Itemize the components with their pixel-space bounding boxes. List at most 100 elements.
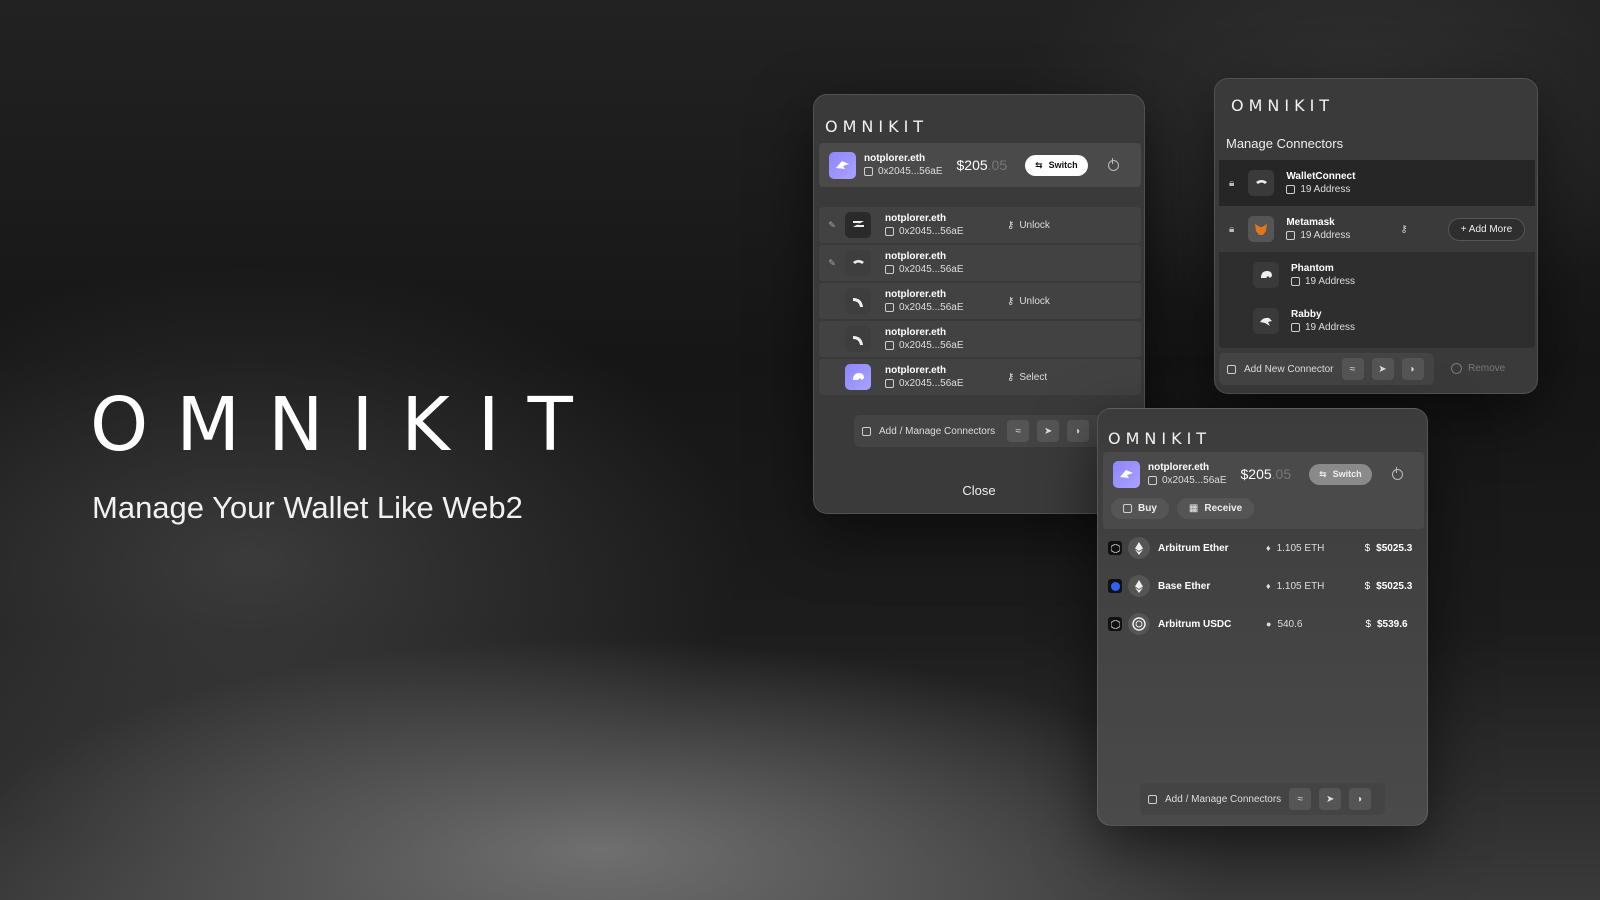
- wallet-icon: [1227, 364, 1236, 374]
- wallet-icon: [885, 303, 894, 312]
- rabby-icon: [1253, 308, 1279, 334]
- wallet-avatar: [829, 151, 856, 179]
- list-item[interactable]: notplorer.eth 0x2045...56aE: [819, 321, 1141, 357]
- wallet-icon: [1148, 476, 1157, 485]
- active-account: notplorer.eth 0x2045...56aE $205.05 ⇆ Swi…: [1103, 452, 1424, 496]
- token-row[interactable]: Arbitrum Ether ♦ 1.105 ETH $ $5025.3: [1098, 529, 1427, 567]
- token-amount: 1.105 ETH: [1276, 580, 1325, 592]
- receive-button[interactable]: ▦ Receive: [1176, 498, 1255, 519]
- token-amount: 1.105 ETH: [1276, 542, 1325, 554]
- switch-button[interactable]: ⇆ Switch: [1309, 463, 1372, 485]
- walletconnect-icon: [1248, 170, 1275, 196]
- phantom-icon: [1120, 470, 1133, 478]
- panel-logo: OMNIKIT: [1108, 429, 1212, 448]
- pin-icon[interactable]: ✎: [825, 220, 839, 231]
- token-row[interactable]: Arbitrum USDC ● 540.6 $ $539.6: [1098, 605, 1427, 643]
- dollar-icon: $: [1364, 580, 1371, 592]
- assets-panel: OMNIKIT notplorer.eth 0x2045...56aE $205…: [1097, 408, 1428, 826]
- account-address: 0x2045...56aE: [1162, 475, 1227, 486]
- usdc-glyph-icon: ●: [1266, 619, 1272, 629]
- token-name: Base Ether: [1158, 580, 1211, 592]
- walletconnect-icon[interactable]: ≈: [1289, 788, 1312, 810]
- token-amount: 540.6: [1277, 618, 1303, 630]
- list-item[interactable]: notplorer.eth 0x2045...56aE ⚷ Unlock: [819, 283, 1141, 319]
- rainbow-icon: [845, 326, 871, 352]
- account-balance: $205.05: [1240, 466, 1292, 482]
- manage-connectors-bar[interactable]: Add / Manage Connectors ≈ ➤ ◗: [1140, 783, 1385, 815]
- remove-button[interactable]: Remove: [1451, 363, 1505, 374]
- wallet-icon: [885, 379, 894, 388]
- base-chain-icon: [1108, 579, 1122, 593]
- unlock-button[interactable]: ⚷ Unlock: [1007, 296, 1050, 307]
- key-icon[interactable]: ⚷: [1400, 224, 1407, 235]
- wallet-icon: [1291, 277, 1300, 286]
- arbitrum-chain-icon: [1108, 541, 1122, 555]
- account-card: notplorer.eth 0x2045...56aE $205.05 ⇆ Swi…: [1103, 452, 1424, 529]
- key-icon: ⚷: [1007, 219, 1015, 231]
- account-info: notplorer.eth 0x2045...56aE: [864, 153, 943, 177]
- power-icon[interactable]: [1107, 157, 1119, 171]
- connector-list: 🔒︎ WalletConnect 19 Address 🔒︎ Metamask …: [1219, 160, 1535, 348]
- qr-icon: ▦: [1188, 503, 1199, 514]
- rabby-icon[interactable]: ➤: [1319, 788, 1342, 810]
- close-button[interactable]: Close: [814, 483, 1144, 498]
- key-icon: ⚷: [1007, 295, 1015, 307]
- phantom-icon: [1253, 262, 1279, 288]
- connector-item-walletconnect[interactable]: 🔒︎ WalletConnect 19 Address: [1219, 160, 1535, 206]
- wallet-address: 0x2045...56aE: [899, 302, 964, 313]
- token-name: Arbitrum Ether: [1158, 542, 1229, 554]
- add-new-connector-bar[interactable]: Add New Connector ≈ ➤ ◗: [1219, 353, 1434, 385]
- panel-logo: OMNIKIT: [825, 117, 929, 136]
- wallet-icon: [864, 167, 873, 176]
- list-item[interactable]: ✎ notplorer.eth 0x2045...56aE ⚷ Unlock: [819, 207, 1141, 243]
- phantom-icon[interactable]: ◗: [1067, 420, 1090, 442]
- lock-icon[interactable]: 🔒︎: [1229, 178, 1234, 189]
- ethereum-icon: [1128, 575, 1150, 597]
- switch-button[interactable]: ⇆ Switch: [1025, 154, 1088, 176]
- account-address: 0x2045...56aE: [878, 166, 943, 177]
- eth-glyph-icon: ♦: [1266, 581, 1271, 591]
- wallet-name: notplorer.eth: [885, 289, 947, 300]
- token-row[interactable]: Base Ether ♦ 1.105 ETH $ $5025.3: [1098, 567, 1427, 605]
- connector-item-phantom[interactable]: Phantom 19 Address: [1219, 252, 1535, 298]
- phantom-icon: [845, 364, 871, 390]
- connector-name: Phantom: [1291, 263, 1334, 274]
- dollar-icon: $: [1365, 618, 1371, 630]
- add-more-button[interactable]: + Add More: [1447, 217, 1526, 241]
- walletconnect-icon[interactable]: ≈: [1341, 358, 1364, 380]
- connector-item-metamask[interactable]: 🔒︎ Metamask 19 Address ⚷ + Add More: [1219, 206, 1535, 252]
- phantom-icon[interactable]: ◗: [1401, 358, 1424, 380]
- list-item[interactable]: notplorer.eth 0x2045...56aE ⚷ Select: [819, 359, 1141, 395]
- metamask-icon: [1248, 216, 1275, 242]
- wallet-name: notplorer.eth: [885, 251, 947, 262]
- token-value: $539.6: [1377, 618, 1408, 630]
- wallet-icon: [1286, 185, 1296, 194]
- wallet-address: 0x2045...56aE: [899, 340, 964, 351]
- lock-icon[interactable]: 🔒︎: [1229, 224, 1234, 235]
- manage-connectors-label: Add / Manage Connectors: [1165, 793, 1282, 805]
- buy-button[interactable]: Buy: [1111, 498, 1169, 519]
- select-button[interactable]: ⚷ Select: [1007, 372, 1047, 383]
- manage-connectors-label: Add / Manage Connectors: [879, 425, 996, 437]
- connector-item-rabby[interactable]: Rabby 19 Address: [1219, 298, 1535, 344]
- connector-name: Rabby: [1291, 309, 1322, 320]
- wallet-icon: [862, 426, 871, 436]
- phantom-icon[interactable]: ◗: [1349, 788, 1372, 810]
- rabby-icon[interactable]: ➤: [1037, 420, 1060, 442]
- power-icon[interactable]: [1391, 466, 1403, 480]
- rabby-icon[interactable]: ➤: [1371, 358, 1394, 380]
- walletconnect-icon[interactable]: ≈: [1007, 420, 1030, 442]
- hero-tagline: Manage Your Wallet Like Web2: [92, 490, 523, 525]
- walletconnect-icon: [845, 250, 871, 276]
- phantom-icon: [836, 161, 849, 169]
- key-icon: ⚷: [1007, 371, 1015, 383]
- address-count: 19 Address: [1305, 322, 1356, 333]
- pin-icon[interactable]: ✎: [825, 258, 839, 269]
- active-account: notplorer.eth 0x2045...56aE $205.05 ⇆ Swi…: [819, 143, 1141, 187]
- wallet-address: 0x2045...56aE: [899, 226, 964, 237]
- unlock-button[interactable]: ⚷ Unlock: [1007, 220, 1050, 231]
- panel-title: Manage Connectors: [1226, 136, 1344, 151]
- list-item[interactable]: ✎ notplorer.eth 0x2045...56aE: [819, 245, 1141, 281]
- wallet-address: 0x2045...56aE: [899, 264, 964, 275]
- eth-glyph-icon: ♦: [1266, 543, 1271, 553]
